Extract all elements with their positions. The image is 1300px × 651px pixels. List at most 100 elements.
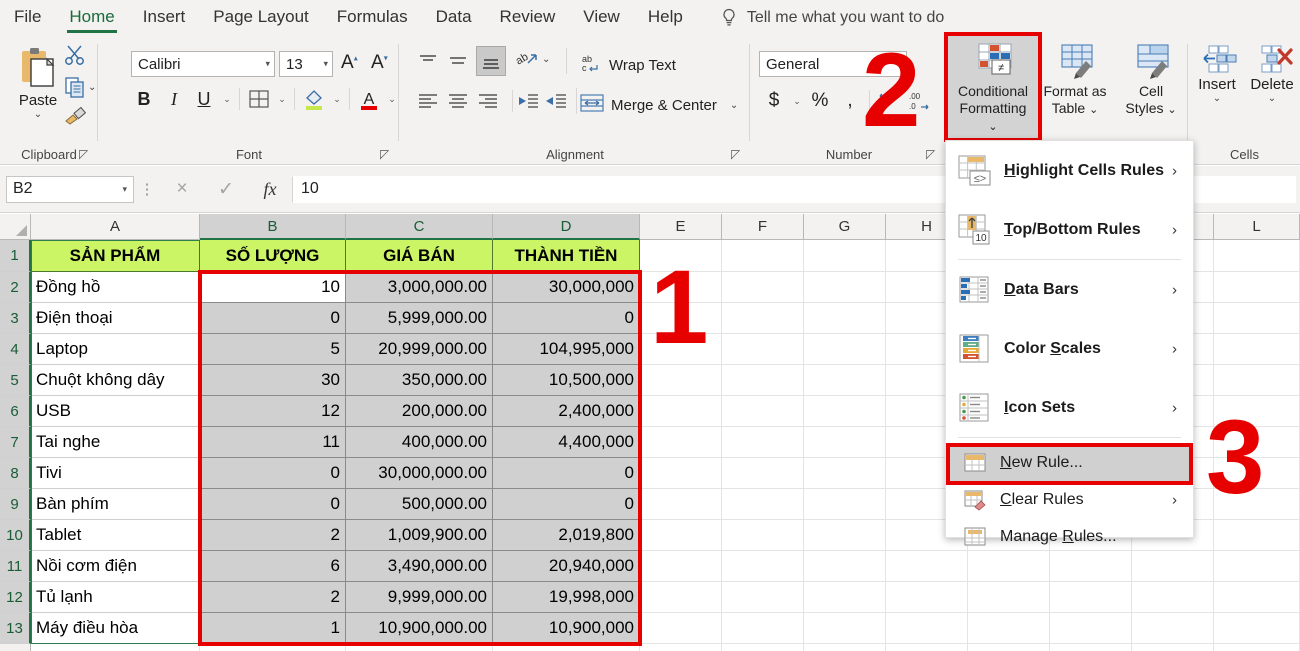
cell-d11[interactable]: 20,940,000	[493, 551, 640, 582]
format-painter-icon[interactable]	[64, 104, 88, 131]
alignment-dialog-launcher[interactable]: ◸	[731, 148, 744, 161]
cell-g10[interactable]	[804, 520, 886, 551]
cell-g7[interactable]	[804, 427, 886, 458]
cell-e10[interactable]	[640, 520, 722, 551]
cell-l5[interactable]	[1214, 365, 1300, 396]
cell-g12[interactable]	[804, 582, 886, 613]
cell-a7[interactable]: Tai nghe	[31, 427, 200, 458]
tab-file[interactable]: File	[0, 0, 55, 36]
cell-e6[interactable]	[640, 396, 722, 427]
menu-item-data-bars[interactable]: Data Bars ›	[946, 260, 1193, 319]
cell-f9[interactable]	[722, 489, 804, 520]
cell-a6[interactable]: USB	[31, 396, 200, 427]
font-size-combobox[interactable]: 13 ▾	[279, 51, 333, 77]
row-header-8[interactable]: 8	[0, 458, 31, 489]
cell-a5[interactable]: Chuột không dây	[31, 365, 200, 396]
column-header-f[interactable]: F	[722, 214, 804, 240]
cell-h12[interactable]	[886, 582, 968, 613]
currency-caret-icon[interactable]: ⌄	[789, 96, 805, 107]
cell-h13[interactable]	[886, 613, 968, 644]
cell-a11[interactable]: Nồi cơm điện	[31, 551, 200, 582]
comma-style-button[interactable]: ,	[835, 86, 865, 116]
insert-cells-button[interactable]: Insert ⌄	[1191, 44, 1243, 104]
cell-e12[interactable]	[640, 582, 722, 613]
cell-c9[interactable]: 500,000.00	[346, 489, 493, 520]
tell-me-box[interactable]: Tell me what you want to do	[721, 8, 944, 28]
currency-button[interactable]: $	[759, 86, 789, 116]
align-center-icon[interactable]	[446, 90, 474, 116]
cell-b12[interactable]: 2	[200, 582, 346, 613]
row-header-7[interactable]: 7	[0, 427, 31, 458]
cell-d10[interactable]: 2,019,800	[493, 520, 640, 551]
row-header-10[interactable]: 10	[0, 520, 31, 551]
column-header-g[interactable]: G	[804, 214, 886, 240]
cell-a14[interactable]	[31, 644, 200, 651]
cell-d4[interactable]: 104,995,000	[493, 334, 640, 365]
menu-item-manage-rules[interactable]: Manage Rules...	[946, 518, 1193, 555]
format-as-table-button[interactable]: Format as Table ⌄	[1036, 39, 1114, 119]
column-header-b[interactable]: B	[200, 214, 346, 240]
cell-b8[interactable]: 0	[200, 458, 346, 489]
cell-b6[interactable]: 12	[200, 396, 346, 427]
cell-b11[interactable]: 6	[200, 551, 346, 582]
tab-page-layout[interactable]: Page Layout	[199, 0, 322, 36]
cell-g13[interactable]	[804, 613, 886, 644]
cell-g14[interactable]	[804, 644, 886, 651]
delete-cells-button[interactable]: Delete ⌄	[1246, 44, 1298, 104]
cell-f2[interactable]	[722, 272, 804, 303]
cell-f7[interactable]	[722, 427, 804, 458]
cell-b1[interactable]: SỐ LƯỢNG	[200, 240, 346, 272]
align-bottom-icon[interactable]	[476, 46, 506, 76]
paste-button[interactable]: Paste ⌄	[10, 46, 66, 120]
borders-caret-icon[interactable]: ⌄	[274, 94, 290, 105]
row-header-11[interactable]: 11	[0, 551, 31, 582]
fill-color-icon[interactable]	[299, 84, 329, 114]
cell-e8[interactable]	[640, 458, 722, 489]
cell-d8[interactable]: 0	[493, 458, 640, 489]
cell-f10[interactable]	[722, 520, 804, 551]
tab-review[interactable]: Review	[486, 0, 570, 36]
row-header-4[interactable]: 4	[0, 334, 31, 365]
cell-l12[interactable]	[1214, 582, 1300, 613]
borders-icon[interactable]	[244, 84, 274, 114]
cell-c13[interactable]: 10,900,000.00	[346, 613, 493, 644]
cell-i12[interactable]	[968, 582, 1050, 613]
cell-d14[interactable]	[493, 644, 640, 651]
number-dialog-launcher[interactable]: ◸	[926, 148, 939, 161]
cell-d13[interactable]: 10,900,000	[493, 613, 640, 644]
row-header-14[interactable]: 14	[0, 644, 31, 651]
cell-f3[interactable]	[722, 303, 804, 334]
cell-d12[interactable]: 19,998,000	[493, 582, 640, 613]
font-color-icon[interactable]: A	[354, 84, 384, 114]
row-header-5[interactable]: 5	[0, 365, 31, 396]
cell-a3[interactable]: Điện thoại	[31, 303, 200, 334]
copy-dropdown-caret-icon[interactable]: ⌄	[88, 82, 96, 93]
cell-b7[interactable]: 11	[200, 427, 346, 458]
column-header-e[interactable]: E	[640, 214, 722, 240]
cell-h11[interactable]	[886, 551, 968, 582]
cell-f1[interactable]	[722, 240, 804, 272]
menu-item-top-bottom-rules[interactable]: 10 Top/Bottom Rules ›	[946, 200, 1193, 259]
enter-icon[interactable]: ✓	[204, 178, 248, 201]
cell-d3[interactable]: 0	[493, 303, 640, 334]
cell-k12[interactable]	[1132, 582, 1214, 613]
cell-c8[interactable]: 30,000,000.00	[346, 458, 493, 489]
cell-d6[interactable]: 2,400,000	[493, 396, 640, 427]
cell-f4[interactable]	[722, 334, 804, 365]
cell-i13[interactable]	[968, 613, 1050, 644]
align-right-icon[interactable]	[476, 90, 504, 116]
italic-button[interactable]: I	[159, 84, 189, 114]
increase-font-size-icon[interactable]: A▴	[341, 52, 358, 74]
decrease-indent-icon[interactable]	[516, 90, 544, 116]
fill-color-caret-icon[interactable]: ⌄	[329, 94, 345, 105]
cell-a13[interactable]: Máy điều hòa	[31, 613, 200, 644]
cell-styles-button[interactable]: Cell Styles ⌄	[1116, 39, 1186, 119]
cell-g2[interactable]	[804, 272, 886, 303]
cell-c2[interactable]: 3,000,000.00	[346, 272, 493, 303]
cell-g4[interactable]	[804, 334, 886, 365]
cell-f6[interactable]	[722, 396, 804, 427]
underline-button[interactable]: U	[189, 84, 219, 114]
decrease-font-size-icon[interactable]: A▾	[371, 52, 388, 74]
cell-b2[interactable]: 10	[200, 272, 346, 303]
orientation-caret-icon[interactable]: ⌄	[542, 54, 550, 65]
